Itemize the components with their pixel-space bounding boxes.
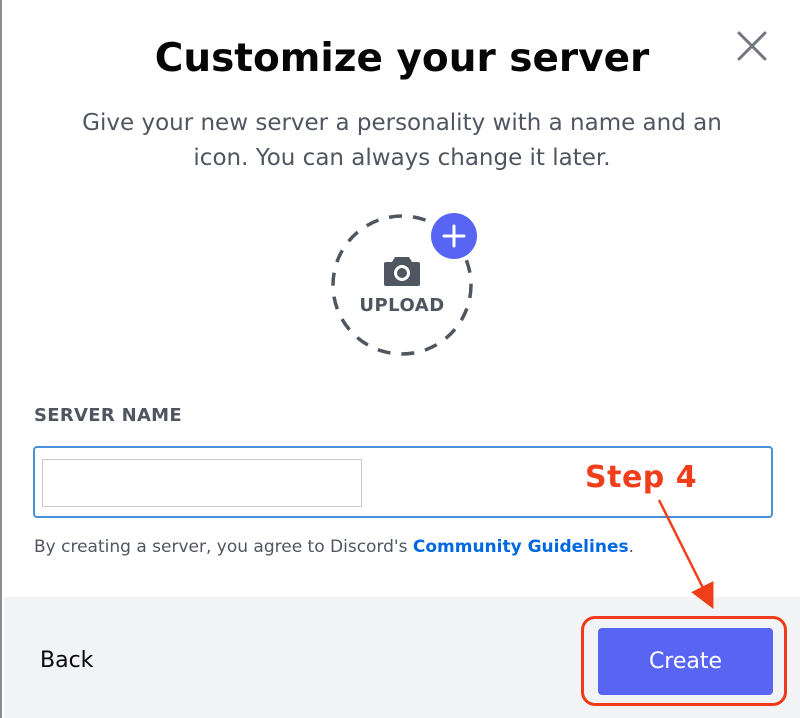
community-guidelines-link[interactable]: Community Guidelines	[413, 537, 629, 557]
step-annotation: Step 4	[585, 460, 698, 495]
create-button[interactable]: Create	[598, 628, 773, 695]
create-server-modal: Customize your server Give your new serv…	[0, 0, 800, 718]
back-button[interactable]: Back	[40, 648, 93, 673]
server-name-input[interactable]	[42, 459, 362, 507]
add-icon-button[interactable]	[431, 213, 477, 259]
modal-subtitle: Give your new server a personality with …	[82, 110, 722, 171]
disclaimer-text: By creating a server, you agree to Disco…	[34, 537, 413, 557]
terms-disclaimer: By creating a server, you agree to Disco…	[34, 537, 634, 557]
plus-icon	[442, 224, 466, 248]
modal-title: Customize your server	[154, 36, 650, 81]
camera-icon	[384, 257, 420, 286]
upload-label: UPLOAD	[359, 295, 445, 316]
disclaimer-suffix: .	[628, 537, 634, 557]
server-name-label: SERVER NAME	[34, 405, 182, 426]
